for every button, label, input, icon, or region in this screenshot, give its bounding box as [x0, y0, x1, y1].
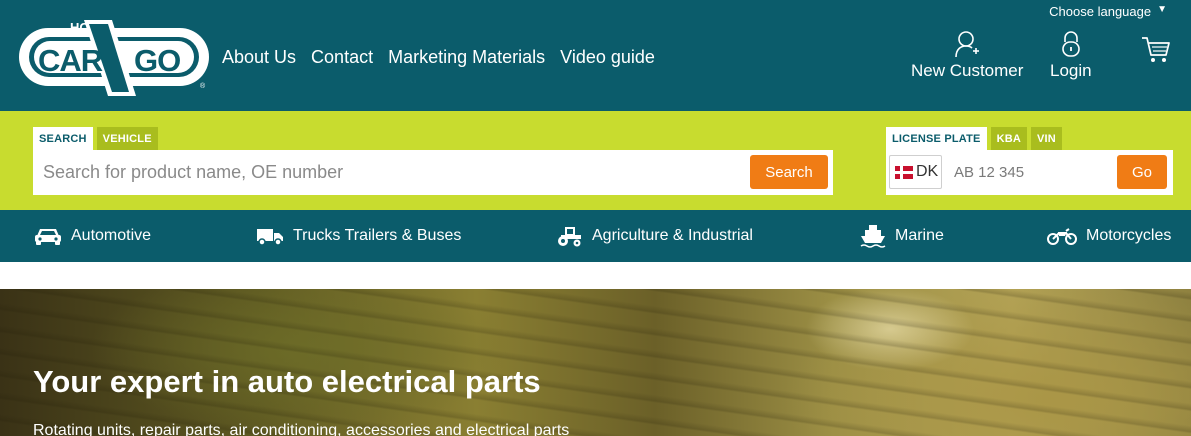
hero-background-image	[0, 289, 1191, 436]
hero-banner: Your expert in auto electrical parts Rot…	[0, 289, 1191, 436]
hero-title: Your expert in auto electrical parts	[33, 364, 541, 399]
country-selector[interactable]: DK	[889, 155, 942, 189]
caret-down-icon: ▼	[1157, 4, 1167, 15]
tab-search[interactable]: SEARCH	[33, 127, 93, 150]
svg-text:HC: HC	[70, 20, 89, 35]
svg-text:CAR: CAR	[38, 43, 103, 78]
category-trucks[interactable]: Trucks Trailers & Buses	[256, 210, 461, 262]
tractor-icon	[558, 227, 581, 247]
country-code: DK	[916, 163, 939, 180]
language-label: Choose language	[1049, 4, 1152, 19]
add-user-icon	[955, 31, 980, 58]
motorcycle-icon	[1047, 228, 1077, 245]
license-plate-input[interactable]	[954, 150, 1104, 195]
tab-vin[interactable]: VIN	[1031, 127, 1062, 150]
category-agriculture[interactable]: Agriculture & Industrial	[555, 210, 753, 262]
ship-icon	[860, 225, 886, 248]
nav-about-us[interactable]: About Us	[222, 47, 296, 68]
shopping-cart-icon[interactable]	[1141, 35, 1171, 63]
go-button[interactable]: Go	[1117, 155, 1167, 189]
nav-marketing-materials[interactable]: Marketing Materials	[388, 47, 545, 68]
tab-license-plate[interactable]: LICENSE PLATE	[886, 127, 987, 150]
hc-cargo-logo[interactable]: HC CAR GO ®	[16, 18, 214, 98]
category-automotive[interactable]: Automotive	[34, 210, 151, 262]
hero-subtitle: Rotating units, repair parts, air condit…	[33, 422, 570, 436]
site-header: HC CAR GO ® About Us Contact Marketing M…	[0, 0, 1191, 111]
category-label: Motorcycles	[1086, 227, 1172, 244]
truck-icon	[257, 229, 283, 246]
denmark-flag-icon	[895, 165, 913, 179]
language-selector[interactable]: Choose language ▼	[1049, 4, 1167, 19]
svg-text:GO: GO	[134, 43, 180, 78]
login-label: Login	[1050, 61, 1092, 80]
category-label: Trucks Trailers & Buses	[293, 227, 462, 244]
category-label: Agriculture & Industrial	[592, 227, 753, 244]
search-band: SEARCH VEHICLE Search LICENSE PLATE KBA …	[0, 111, 1191, 210]
main-nav: About Us Contact Marketing Materials Vid…	[222, 47, 670, 68]
product-search-input[interactable]	[43, 150, 743, 195]
product-search-box: Search	[33, 150, 833, 195]
tab-vehicle[interactable]: VEHICLE	[96, 127, 158, 150]
tab-kba[interactable]: KBA	[990, 127, 1028, 150]
car-icon	[35, 229, 61, 245]
new-customer-label: New Customer	[911, 61, 1024, 80]
login-link[interactable]: Login	[1050, 30, 1092, 81]
license-plate-box: DK Go	[886, 150, 1173, 195]
plate-tabs: LICENSE PLATE KBA VIN	[886, 127, 1062, 150]
category-bar: Automotive Trucks Trailers & Buses Agric…	[0, 210, 1191, 262]
nav-contact[interactable]: Contact	[311, 47, 373, 68]
new-customer-link[interactable]: New Customer	[911, 30, 1023, 81]
nav-video-guide[interactable]: Video guide	[560, 47, 655, 68]
category-label: Automotive	[71, 227, 152, 244]
search-button[interactable]: Search	[750, 155, 828, 189]
category-label: Marine	[895, 227, 944, 244]
category-motorcycles[interactable]: Motorcycles	[1047, 210, 1171, 262]
lock-icon	[1061, 31, 1080, 57]
category-marine[interactable]: Marine	[860, 210, 944, 262]
search-tabs: SEARCH VEHICLE	[33, 127, 158, 150]
svg-text:®: ®	[200, 82, 206, 90]
